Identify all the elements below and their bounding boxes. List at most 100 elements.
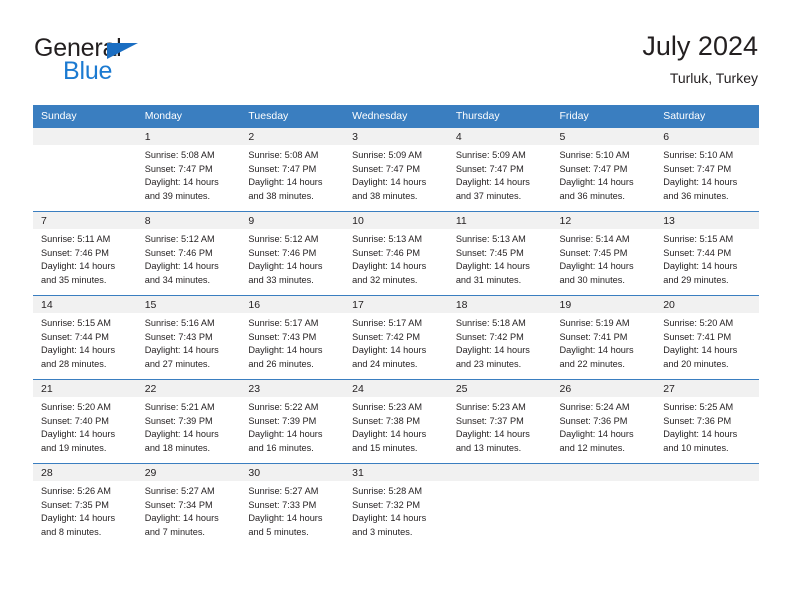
day-cell-inner: 31 Sunrise: 5:28 AM Sunset: 7:32 PM Dayligh… xyxy=(344,464,448,547)
day-number: 23 xyxy=(240,380,345,397)
sunrise-text: Sunrise: 5:18 AM xyxy=(455,318,526,328)
calendar-day-cell[interactable]: 16 Sunrise: 5:17 AM Sunset: 7:43 PM Dayligh… xyxy=(240,295,345,380)
sunrise-text: Sunrise: 5:08 AM xyxy=(144,150,215,160)
sunrise-text: Sunrise: 5:23 AM xyxy=(352,402,423,412)
calendar-day-cell[interactable]: 14 Sunrise: 5:15 AM Sunset: 7:44 PM Dayligh… xyxy=(33,295,137,380)
day-number xyxy=(447,464,552,481)
calendar-day-cell[interactable]: 17 Sunrise: 5:17 AM Sunset: 7:42 PM Dayligh… xyxy=(344,295,448,380)
calendar-day-cell[interactable]: 18 Sunrise: 5:18 AM Sunset: 7:42 PM Dayligh… xyxy=(447,295,552,380)
weekday-header-thursday: Thursday xyxy=(447,105,552,128)
logo-text-blue: Blue xyxy=(63,57,113,85)
day-detail: Sunrise: 5:08 AM Sunset: 7:47 PM Daylight:… xyxy=(137,145,241,203)
calendar-day-cell[interactable]: 19 Sunrise: 5:19 AM Sunset: 7:41 PM Dayligh… xyxy=(551,295,656,380)
general-blue-logo[interactable]: General Blue xyxy=(34,34,234,90)
calendar-day-cell[interactable]: 27 Sunrise: 5:25 AM Sunset: 7:36 PM Dayligh… xyxy=(655,379,759,464)
calendar-day-cell[interactable]: 10 Sunrise: 5:13 AM Sunset: 7:46 PM Dayligh… xyxy=(344,211,448,296)
day-cell-inner: 7 Sunrise: 5:11 AM Sunset: 7:46 PM Daylight… xyxy=(33,212,137,295)
daylight-text-line2: and 15 minutes. xyxy=(352,442,418,453)
weekday-header-tuesday: Tuesday xyxy=(240,105,345,128)
day-number: 9 xyxy=(240,212,345,229)
daylight-text-line2: and 23 minutes. xyxy=(455,358,522,369)
calendar-day-cell[interactable]: 22 Sunrise: 5:21 AM Sunset: 7:39 PM Dayligh… xyxy=(136,379,241,464)
weekday-header-friday: Friday xyxy=(551,105,656,128)
calendar-day-cell[interactable]: 26 Sunrise: 5:24 AM Sunset: 7:36 PM Dayligh… xyxy=(551,379,656,464)
daylight-text-line1: Daylight: 14 hours xyxy=(455,429,530,440)
sunset-text: Sunset: 7:36 PM xyxy=(559,415,628,426)
day-detail xyxy=(33,145,137,149)
daylight-text-line1: Daylight: 14 hours xyxy=(144,513,219,524)
day-cell-inner: 18 Sunrise: 5:18 AM Sunset: 7:42 PM Dayligh… xyxy=(447,296,552,379)
day-cell-inner: 8 Sunrise: 5:12 AM Sunset: 7:46 PM Daylight… xyxy=(136,212,241,295)
day-cell-inner: 23 Sunrise: 5:22 AM Sunset: 7:39 PM Dayligh… xyxy=(240,380,345,463)
sunrise-text: Sunrise: 5:25 AM xyxy=(663,402,734,412)
day-cell-inner xyxy=(655,464,759,547)
calendar-day-cell[interactable]: 11 Sunrise: 5:13 AM Sunset: 7:45 PM Dayligh… xyxy=(447,211,552,296)
calendar-empty-cell xyxy=(33,127,137,212)
calendar-body: 1 Sunrise: 5:08 AM Sunset: 7:47 PM Daylight… xyxy=(33,127,759,547)
calendar-page: General Blue July 2024 Turluk, Turkey Su… xyxy=(0,0,792,612)
day-number: 7 xyxy=(33,212,137,229)
calendar-day-cell[interactable]: 20 Sunrise: 5:20 AM Sunset: 7:41 PM Dayligh… xyxy=(655,295,759,380)
calendar-day-cell[interactable]: 7 Sunrise: 5:11 AM Sunset: 7:46 PM Daylight… xyxy=(33,211,137,296)
day-number: 15 xyxy=(136,296,241,313)
calendar-day-cell[interactable]: 1 Sunrise: 5:08 AM Sunset: 7:47 PM Daylight… xyxy=(136,127,241,212)
calendar-day-cell[interactable]: 13 Sunrise: 5:15 AM Sunset: 7:44 PM Dayligh… xyxy=(655,211,759,296)
day-cell-inner: 10 Sunrise: 5:13 AM Sunset: 7:46 PM Dayligh… xyxy=(344,212,448,295)
day-detail: Sunrise: 5:12 AM Sunset: 7:46 PM Daylight:… xyxy=(137,229,241,287)
day-cell-inner: 4 Sunrise: 5:09 AM Sunset: 7:47 PM Daylight… xyxy=(447,128,552,211)
sunrise-text: Sunrise: 5:12 AM xyxy=(248,234,319,244)
sunset-text: Sunset: 7:45 PM xyxy=(455,247,524,258)
calendar-day-cell[interactable]: 21 Sunrise: 5:20 AM Sunset: 7:40 PM Dayligh… xyxy=(33,379,137,464)
calendar-day-cell[interactable]: 6 Sunrise: 5:10 AM Sunset: 7:47 PM Daylight… xyxy=(655,127,759,212)
calendar-day-cell[interactable]: 23 Sunrise: 5:22 AM Sunset: 7:39 PM Dayligh… xyxy=(240,379,345,464)
daylight-text-line1: Daylight: 14 hours xyxy=(455,261,530,272)
sunrise-text: Sunrise: 5:20 AM xyxy=(41,402,111,412)
sunrise-text: Sunrise: 5:16 AM xyxy=(144,318,215,328)
sunset-text: Sunset: 7:47 PM xyxy=(352,163,421,174)
calendar-week-row: 7 Sunrise: 5:11 AM Sunset: 7:46 PM Daylight… xyxy=(33,211,759,296)
calendar-day-cell[interactable]: 28 Sunrise: 5:26 AM Sunset: 7:35 PM Dayligh… xyxy=(33,463,137,547)
calendar-day-cell[interactable]: 2 Sunrise: 5:08 AM Sunset: 7:47 PM Daylight… xyxy=(240,127,345,212)
daylight-text-line2: and 8 minutes. xyxy=(41,526,102,537)
calendar-day-cell[interactable]: 4 Sunrise: 5:09 AM Sunset: 7:47 PM Daylight… xyxy=(447,127,552,212)
day-detail: Sunrise: 5:12 AM Sunset: 7:46 PM Daylight:… xyxy=(240,229,344,287)
calendar-day-cell[interactable]: 25 Sunrise: 5:23 AM Sunset: 7:37 PM Dayligh… xyxy=(447,379,552,464)
day-number: 22 xyxy=(136,380,241,397)
sunset-text: Sunset: 7:39 PM xyxy=(248,415,317,426)
calendar-day-cell[interactable]: 15 Sunrise: 5:16 AM Sunset: 7:43 PM Dayligh… xyxy=(136,295,241,380)
day-cell-inner: 12 Sunrise: 5:14 AM Sunset: 7:45 PM Dayligh… xyxy=(551,212,656,295)
calendar-day-cell[interactable]: 8 Sunrise: 5:12 AM Sunset: 7:46 PM Daylight… xyxy=(136,211,241,296)
sunset-text: Sunset: 7:43 PM xyxy=(248,331,317,342)
sunrise-text: Sunrise: 5:27 AM xyxy=(144,486,215,496)
calendar-day-cell[interactable]: 30 Sunrise: 5:27 AM Sunset: 7:33 PM Dayligh… xyxy=(240,463,345,547)
daylight-text-line1: Daylight: 14 hours xyxy=(559,177,634,188)
day-number xyxy=(33,128,137,145)
sunrise-text: Sunrise: 5:10 AM xyxy=(559,150,630,160)
calendar-week-row: 28 Sunrise: 5:26 AM Sunset: 7:35 PM Dayligh… xyxy=(33,463,759,547)
calendar-day-cell[interactable]: 12 Sunrise: 5:14 AM Sunset: 7:45 PM Dayligh… xyxy=(551,211,656,296)
day-cell-inner: 15 Sunrise: 5:16 AM Sunset: 7:43 PM Dayligh… xyxy=(136,296,241,379)
calendar-day-cell[interactable]: 24 Sunrise: 5:23 AM Sunset: 7:38 PM Dayligh… xyxy=(344,379,448,464)
day-cell-inner: 24 Sunrise: 5:23 AM Sunset: 7:38 PM Dayligh… xyxy=(344,380,448,463)
calendar-day-cell[interactable]: 5 Sunrise: 5:10 AM Sunset: 7:47 PM Daylight… xyxy=(551,127,656,212)
day-number xyxy=(655,464,759,481)
day-detail: Sunrise: 5:28 AM Sunset: 7:32 PM Daylight:… xyxy=(344,481,448,539)
calendar-day-cell[interactable]: 3 Sunrise: 5:09 AM Sunset: 7:47 PM Daylight… xyxy=(344,127,448,212)
calendar-day-cell[interactable]: 29 Sunrise: 5:27 AM Sunset: 7:34 PM Dayligh… xyxy=(136,463,241,547)
day-number: 6 xyxy=(655,128,759,145)
calendar-day-cell[interactable]: 9 Sunrise: 5:12 AM Sunset: 7:46 PM Daylight… xyxy=(240,211,345,296)
daylight-text-line1: Daylight: 14 hours xyxy=(352,261,427,272)
daylight-text-line1: Daylight: 14 hours xyxy=(144,429,219,440)
daylight-text-line1: Daylight: 14 hours xyxy=(663,345,738,356)
calendar-day-cell[interactable]: 31 Sunrise: 5:28 AM Sunset: 7:32 PM Dayligh… xyxy=(344,463,448,547)
day-cell-inner: 25 Sunrise: 5:23 AM Sunset: 7:37 PM Dayligh… xyxy=(447,380,552,463)
page-header: General Blue July 2024 Turluk, Turkey xyxy=(34,30,758,96)
sunset-text: Sunset: 7:43 PM xyxy=(144,331,213,342)
sunrise-text: Sunrise: 5:19 AM xyxy=(559,318,630,328)
day-number: 13 xyxy=(655,212,759,229)
day-cell-inner: 11 Sunrise: 5:13 AM Sunset: 7:45 PM Dayligh… xyxy=(447,212,552,295)
day-number: 25 xyxy=(447,380,552,397)
daylight-text-line2: and 3 minutes. xyxy=(352,526,413,537)
day-cell-inner: 29 Sunrise: 5:27 AM Sunset: 7:34 PM Dayligh… xyxy=(136,464,241,547)
daylight-text-line2: and 16 minutes. xyxy=(248,442,314,453)
